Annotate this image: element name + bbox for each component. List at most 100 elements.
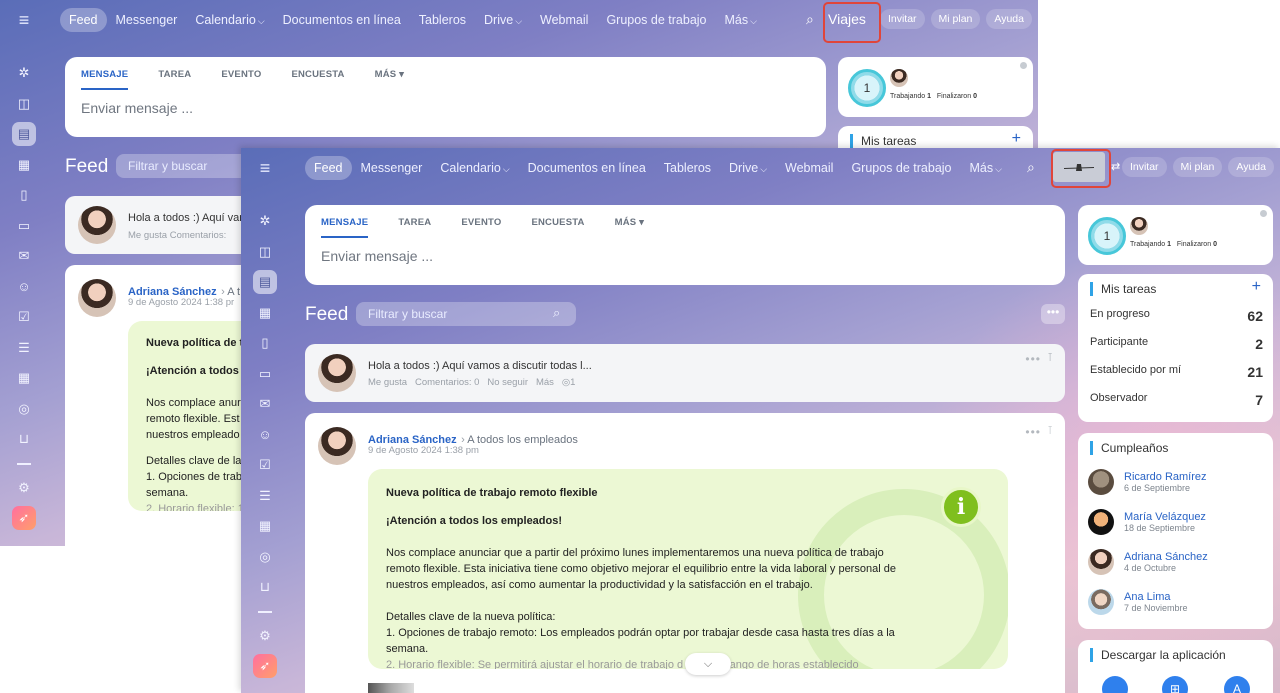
nav-calendario[interactable]: Calendario ⌵ bbox=[431, 156, 518, 180]
more-options-icon[interactable]: ••• bbox=[1025, 352, 1041, 366]
help-button[interactable]: Ayuda bbox=[986, 9, 1032, 29]
birthday-item[interactable]: Ricardo Ramírez 6 de Septiembre bbox=[1088, 469, 1207, 495]
task-row[interactable]: En progreso 62 bbox=[1090, 308, 1263, 324]
like-link[interactable]: Me gusta bbox=[368, 377, 407, 388]
document-icon[interactable]: ▯ bbox=[12, 183, 36, 207]
settings-dot[interactable] bbox=[1020, 62, 1027, 69]
unfollow-link[interactable]: No seguir bbox=[487, 377, 528, 388]
tab-evento[interactable]: EVENTO bbox=[221, 69, 277, 90]
nav-webmail[interactable]: Webmail bbox=[531, 8, 597, 32]
more-link[interactable]: Más bbox=[536, 377, 554, 388]
search-icon[interactable]: ⌕ bbox=[1027, 159, 1035, 176]
nav-documentos[interactable]: Documentos en línea bbox=[274, 8, 410, 32]
document-icon[interactable]: ▯ bbox=[253, 331, 277, 355]
add-task-button[interactable]: + bbox=[1012, 130, 1021, 148]
tab-mensaje[interactable]: MENSAJE bbox=[81, 69, 129, 90]
nav-mas[interactable]: Más ⌵ bbox=[961, 156, 1011, 180]
mail-icon[interactable]: ✉ bbox=[253, 392, 277, 416]
recipient[interactable]: A todos los empleados bbox=[467, 434, 578, 446]
swap-icon[interactable]: ⇄ bbox=[1111, 160, 1120, 173]
filter-icon[interactable]: ☰ bbox=[253, 484, 277, 508]
target-icon[interactable]: ◎ bbox=[253, 545, 277, 569]
calendar-icon[interactable]: ▦ bbox=[253, 301, 277, 325]
pin-icon[interactable]: ⊺ bbox=[1047, 424, 1053, 437]
sparkle-icon[interactable]: ✲ bbox=[12, 61, 36, 85]
tab-mas[interactable]: MÁS ▾ bbox=[375, 69, 421, 90]
nav-webmail[interactable]: Webmail bbox=[776, 156, 842, 180]
tab-tarea[interactable]: TAREA bbox=[158, 69, 207, 90]
planner-icon[interactable]: ▦ bbox=[12, 366, 36, 390]
more-options-button[interactable]: ••• bbox=[1041, 304, 1065, 324]
attachment-thumbnail[interactable] bbox=[368, 683, 414, 693]
nav-tableros[interactable]: Tableros bbox=[655, 156, 720, 180]
tab-mensaje[interactable]: MENSAJE bbox=[321, 217, 369, 238]
nav-messenger[interactable]: Messenger bbox=[107, 8, 187, 32]
planner-icon[interactable]: ▦ bbox=[253, 514, 277, 538]
nav-mas[interactable]: Más ⌵ bbox=[716, 8, 766, 32]
birthday-item[interactable]: Ana Lima 7 de Noviembre bbox=[1088, 589, 1188, 615]
mail-icon[interactable]: ✉ bbox=[12, 244, 36, 268]
nav-tableros[interactable]: Tableros bbox=[410, 8, 475, 32]
nav-documentos[interactable]: Documentos en línea bbox=[519, 156, 655, 180]
sparkle-icon[interactable]: ✲ bbox=[253, 209, 277, 233]
tab-evento[interactable]: EVENTO bbox=[461, 217, 517, 238]
filter-input[interactable]: Filtrar y buscar bbox=[356, 302, 576, 326]
drive-icon[interactable]: ▭ bbox=[253, 362, 277, 386]
tab-tarea[interactable]: TAREA bbox=[398, 217, 447, 238]
invite-button[interactable]: Invitar bbox=[1121, 157, 1167, 177]
tab-mas[interactable]: MÁS ▾ bbox=[615, 217, 661, 238]
my-plan-button[interactable]: Mi plan bbox=[930, 9, 981, 29]
nav-grupos[interactable]: Grupos de trabajo bbox=[842, 156, 960, 180]
nav-feed[interactable]: Feed bbox=[60, 8, 107, 32]
task-row[interactable]: Participante 2 bbox=[1090, 336, 1263, 352]
gear-icon[interactable]: ⚙ bbox=[12, 476, 36, 500]
cart-icon[interactable]: ⊔ bbox=[253, 575, 277, 599]
groups-icon[interactable]: ☺ bbox=[12, 275, 36, 299]
tasks-icon[interactable]: ☑ bbox=[12, 305, 36, 329]
task-row[interactable]: Observador 7 bbox=[1090, 392, 1263, 408]
tasks-icon[interactable]: ☑ bbox=[253, 453, 277, 477]
search-icon[interactable]: ⌕ bbox=[806, 11, 814, 28]
nav-grupos[interactable]: Grupos de trabajo bbox=[597, 8, 715, 32]
menu-icon[interactable]: ≡ bbox=[0, 10, 48, 31]
menu-icon[interactable]: ≡ bbox=[241, 158, 289, 179]
rocket-icon[interactable]: ➶ bbox=[253, 654, 277, 678]
nav-calendario[interactable]: Calendario ⌵ bbox=[186, 8, 273, 32]
message-input[interactable]: Enviar mensaje ... bbox=[305, 238, 1065, 280]
drive-icon[interactable]: ▭ bbox=[12, 214, 36, 238]
app-store-icon[interactable]: A bbox=[1224, 676, 1250, 693]
groups-icon[interactable]: ☺ bbox=[253, 423, 277, 447]
tab-encuesta[interactable]: ENCUESTA bbox=[291, 69, 360, 90]
more-options-icon[interactable]: ••• bbox=[1025, 425, 1041, 439]
windows-icon[interactable]: ⊞ bbox=[1162, 676, 1188, 693]
invite-button[interactable]: Invitar bbox=[879, 9, 925, 29]
add-task-button[interactable]: + bbox=[1252, 278, 1261, 296]
feed-icon[interactable]: ▤ bbox=[12, 122, 36, 146]
gear-icon[interactable]: ⚙ bbox=[253, 624, 277, 648]
settings-dot[interactable] bbox=[1260, 210, 1267, 217]
chat-icon[interactable]: ◫ bbox=[12, 92, 36, 116]
birthday-item[interactable]: María Velázquez 18 de Septiembre bbox=[1088, 509, 1206, 535]
nav-drive[interactable]: Drive ⌵ bbox=[475, 8, 531, 32]
search-icon[interactable]: ⌕ bbox=[553, 305, 560, 321]
feed-icon[interactable]: ▤ bbox=[253, 270, 277, 294]
apple-icon[interactable] bbox=[1102, 676, 1128, 693]
tab-encuesta[interactable]: ENCUESTA bbox=[531, 217, 600, 238]
rocket-icon[interactable]: ➶ bbox=[12, 506, 36, 530]
expand-chevron-button[interactable]: ⌵ bbox=[685, 653, 731, 675]
cart-icon[interactable]: ⊔ bbox=[12, 427, 36, 451]
nav-messenger[interactable]: Messenger bbox=[352, 156, 432, 180]
target-icon[interactable]: ◎ bbox=[12, 397, 36, 421]
pin-icon[interactable]: ⊺ bbox=[1047, 351, 1053, 364]
nav-drive[interactable]: Drive ⌵ bbox=[720, 156, 776, 180]
filter-icon[interactable]: ☰ bbox=[12, 336, 36, 360]
help-button[interactable]: Ayuda bbox=[1228, 157, 1274, 177]
nav-feed[interactable]: Feed bbox=[305, 156, 352, 180]
calendar-icon[interactable]: ▦ bbox=[12, 153, 36, 177]
comments-link[interactable]: Comentarios: 0 bbox=[415, 377, 479, 388]
task-row[interactable]: Establecido por mí 21 bbox=[1090, 364, 1263, 380]
message-input[interactable]: Enviar mensaje ... bbox=[65, 90, 826, 132]
chat-icon[interactable]: ◫ bbox=[253, 240, 277, 264]
birthday-item[interactable]: Adriana Sánchez 4 de Octubre bbox=[1088, 549, 1208, 575]
my-plan-button[interactable]: Mi plan bbox=[1172, 157, 1223, 177]
